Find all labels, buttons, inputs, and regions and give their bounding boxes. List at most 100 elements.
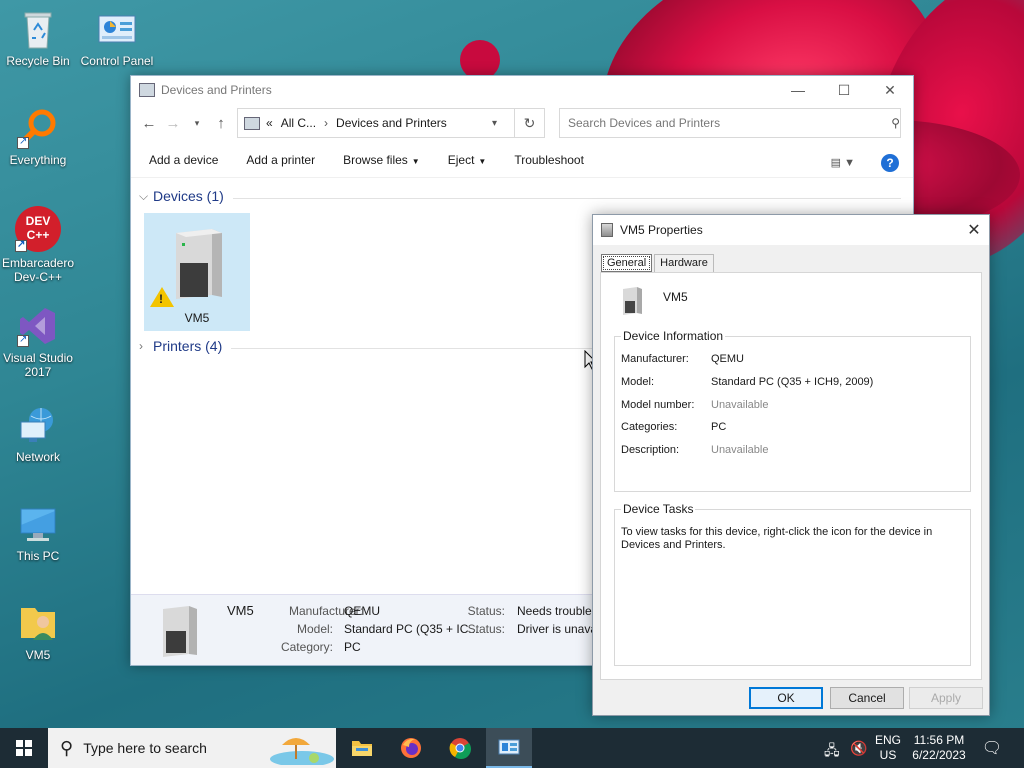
firefox-icon [401, 738, 421, 758]
details-status-label: Status: [467, 622, 505, 636]
clock[interactable]: 11:56 PM 6/22/2023 [906, 733, 972, 763]
navigation-bar: ← → ▾ ↑ « All C... › Devices and Printer… [131, 104, 913, 142]
search-magnifier-icon [17, 107, 59, 149]
warning-icon [150, 287, 174, 307]
desktop-icon-everything[interactable]: Everything [0, 107, 76, 167]
address-bar[interactable]: « All C... › Devices and Printers ▾ [237, 108, 515, 138]
device-tasks-text: To view tasks for this device, right-cli… [621, 526, 933, 551]
chevron-down-icon: ▼ [478, 156, 487, 166]
taskbar-search-input[interactable]: Type here to search [83, 740, 207, 756]
devices-printers-icon [244, 116, 260, 130]
network-icon[interactable]: 🖧 [824, 740, 840, 764]
breadcrumb-overflow[interactable]: « [266, 116, 273, 130]
forward-arrow-icon[interactable]: → [161, 115, 185, 132]
general-tab-panel: VM5 Device Information Manufacturer: QEM… [600, 272, 982, 680]
breadcrumb-current[interactable]: Devices and Printers [336, 116, 492, 130]
change-view-button[interactable]: ▤ ▼ [831, 156, 855, 169]
shortcut-arrow-icon [15, 238, 27, 252]
close-button[interactable]: ✕ [959, 220, 989, 240]
control-panel-icon [96, 8, 138, 50]
desktop-icon-label: Network [15, 450, 60, 464]
troubleshoot-button[interactable]: Troubleshoot [514, 153, 584, 167]
desktop-icon-vm5[interactable]: VM5 [0, 602, 76, 662]
windows-logo-icon [16, 740, 32, 756]
taskbar-search-box[interactable]: ⚲ Type here to search [48, 728, 336, 768]
device-tile-vm5[interactable]: VM5 [144, 213, 250, 331]
group-title: Device Information [621, 329, 726, 343]
taskbar-devices-printers[interactable] [486, 728, 532, 768]
details-manufacturer-value: QEMU [344, 604, 380, 618]
language-indicator[interactable]: ENG US [874, 733, 902, 763]
desktop-icon-visual-studio[interactable]: Visual Studio 2017 [0, 305, 76, 379]
devices-group-header[interactable]: ⌵ Devices (1) [139, 188, 224, 204]
refresh-icon[interactable]: ↻ [515, 108, 545, 138]
desktop-icon-label: Control Panel [80, 54, 154, 68]
computer-monitor-icon [17, 503, 59, 545]
close-button[interactable]: ✕ [867, 76, 913, 104]
group-title: Device Tasks [621, 502, 696, 516]
taskbar-firefox[interactable] [391, 732, 431, 764]
desktop-icon-label: Everything [9, 153, 67, 167]
group-divider [231, 348, 593, 349]
taskbar-chrome[interactable] [440, 732, 480, 764]
breadcrumb-separator[interactable]: › [324, 116, 328, 130]
taskbar-file-explorer[interactable] [342, 732, 382, 764]
device-name: VM5 [663, 290, 688, 304]
chevron-down-icon: ▼ [844, 157, 855, 169]
search-icon[interactable]: ⚲ [891, 116, 900, 130]
chrome-icon [449, 738, 471, 759]
breadcrumb-parent[interactable]: All C... [281, 116, 316, 130]
cancel-button[interactable]: Cancel [830, 687, 904, 709]
group-divider [233, 198, 901, 199]
command-bar: Add a device Add a printer Browse files ▼… [131, 142, 913, 178]
details-category-value: PC [344, 640, 361, 654]
dialog-tabs: General Hardware [601, 254, 716, 272]
details-device-name: VM5 [227, 603, 254, 618]
search-box[interactable]: Search Devices and Printers ⚲ [559, 108, 901, 138]
printers-group-header[interactable]: › Printers (4) [139, 338, 222, 354]
window-titlebar[interactable]: Devices and Printers — ☐ ✕ [131, 76, 913, 104]
desktop-icon-recycle-bin[interactable]: Recycle Bin [0, 8, 76, 68]
view-icon: ▤ [830, 157, 842, 169]
apply-button[interactable]: Apply [909, 687, 983, 709]
search-input[interactable]: Search Devices and Printers [568, 116, 891, 130]
maximize-button[interactable]: ☐ [821, 76, 867, 104]
desktop-icon-this-pc[interactable]: This PC [0, 503, 76, 563]
tab-general[interactable]: General [601, 254, 653, 272]
add-printer-button[interactable]: Add a printer [246, 153, 315, 167]
notification-icon[interactable]: 🗨 [980, 738, 1004, 758]
eject-button[interactable]: Eject ▼ [448, 153, 487, 167]
up-arrow-icon[interactable]: ↑ [209, 115, 233, 132]
chevron-down-icon: ⌵ [139, 188, 149, 203]
recent-locations-chevron-icon[interactable]: ▾ [185, 118, 209, 129]
user-folder-icon [17, 602, 59, 644]
details-model-label: Model: [296, 622, 333, 636]
search-highlight-icon [270, 738, 334, 765]
details-status-label: Status: [467, 604, 505, 618]
device-tasks-group: Device Tasks To view tasks for this devi… [614, 502, 971, 666]
address-dropdown-icon[interactable]: ▾ [492, 118, 514, 129]
minimize-button[interactable]: — [775, 76, 821, 104]
details-status-value: Needs troubles [517, 604, 598, 618]
ok-button[interactable]: OK [749, 687, 823, 709]
desktop-icon-dev-cpp[interactable]: DEV C++ Embarcadero Dev-C++ [0, 206, 76, 284]
desktop-icon-label: This PC [16, 549, 60, 563]
volume-muted-icon[interactable]: 🔇 [850, 740, 867, 757]
desktop-icon-label: Embarcadero Dev-C++ [1, 256, 75, 284]
desktop-icon-control-panel[interactable]: Control Panel [79, 8, 155, 68]
shortcut-arrow-icon [17, 135, 29, 149]
back-arrow-icon[interactable]: ← [137, 115, 161, 132]
tab-hardware[interactable]: Hardware [654, 254, 714, 272]
dialog-titlebar[interactable]: VM5 Properties ✕ [593, 215, 989, 245]
visual-studio-icon [17, 305, 59, 347]
start-button[interactable] [4, 732, 44, 764]
desktop-icon-network[interactable]: Network [0, 404, 76, 464]
chevron-down-icon: ▼ [411, 156, 420, 166]
add-device-button[interactable]: Add a device [149, 153, 218, 167]
details-status-value: Driver is unava [517, 622, 598, 636]
dialog-title: VM5 Properties [620, 223, 703, 237]
properties-dialog[interactable]: VM5 Properties ✕ General Hardware VM5 De… [592, 214, 990, 716]
help-icon[interactable]: ? [881, 154, 899, 172]
browse-files-button[interactable]: Browse files ▼ [343, 153, 420, 167]
computer-tower-icon [601, 223, 613, 237]
